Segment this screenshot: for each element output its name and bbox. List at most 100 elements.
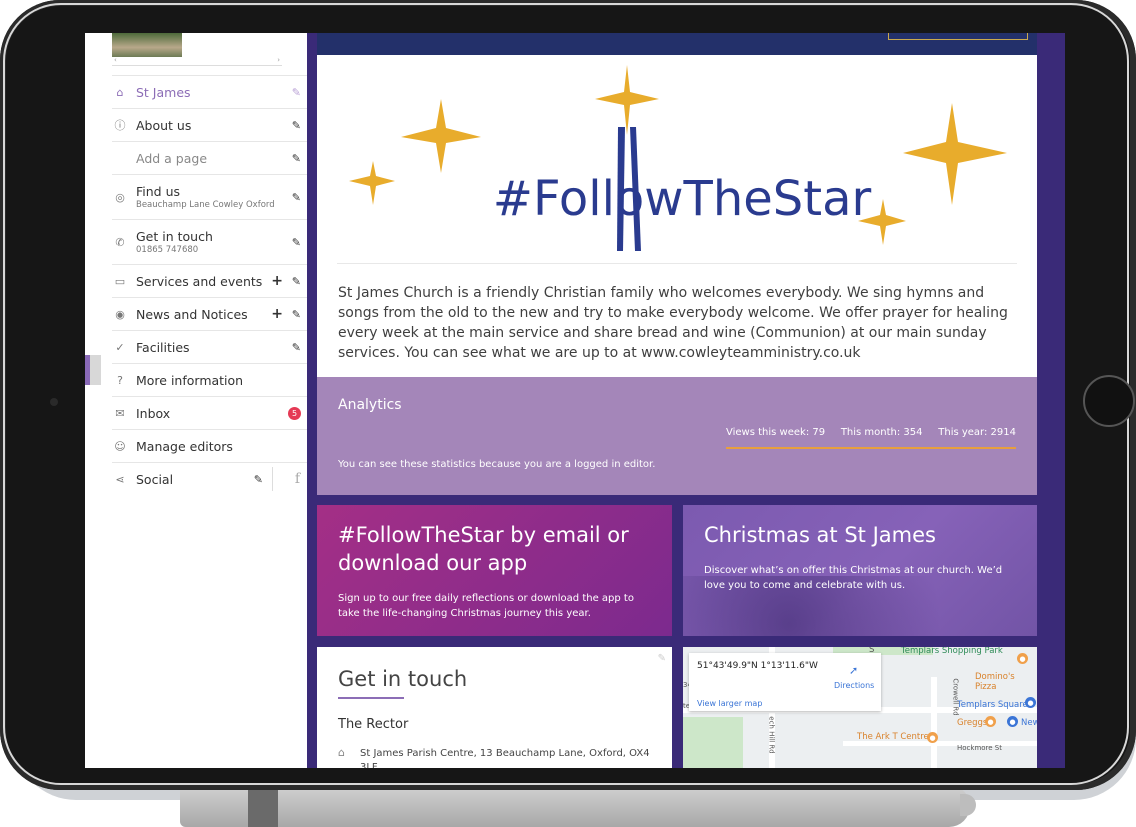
analytics-title: Analytics (338, 397, 402, 413)
church-thumbnail[interactable] (112, 33, 206, 57)
add-icon[interactable]: + (271, 273, 283, 289)
star-icon (401, 99, 481, 173)
church-description: St James Church is a friendly Christian … (338, 285, 1008, 361)
home-button[interactable] (1083, 375, 1135, 427)
promo-christmas[interactable]: Christmas at St James Discover what’s on… (683, 505, 1037, 636)
intro-card: #FollowTheStar St James Church is a frie… (317, 55, 1037, 377)
camera (50, 398, 58, 406)
pencil-icon[interactable]: ✎ (292, 86, 301, 99)
map-label: Templars Square (957, 700, 1028, 710)
map-label: New (1021, 718, 1037, 728)
road (931, 677, 937, 768)
analytics-stats: Views this week: 79 This month: 354 This… (726, 427, 1016, 438)
scroll-left-icon[interactable]: ‹ (114, 56, 117, 64)
contact-subtitle: The Rector (338, 717, 409, 732)
divider (272, 467, 273, 491)
sidebar-item-label: St James (136, 84, 191, 100)
shop-pin-icon[interactable]: ● (1007, 716, 1018, 727)
sidebar-item-label: Services and events (136, 273, 263, 289)
pencil-tip (960, 794, 976, 816)
phone-icon: ✆ (115, 235, 125, 249)
question-icon: ? (117, 373, 123, 387)
sidebar-item-label: More information (136, 372, 244, 388)
view-larger-map-link[interactable]: View larger map (697, 699, 762, 708)
directions-icon[interactable]: ➚ (849, 664, 858, 677)
sidebar-item-inbox[interactable]: ✉ Inbox 5 (112, 396, 307, 429)
follow-the-star-logo: #FollowTheStar (349, 65, 1007, 251)
sidebar-item-label: Add a page (136, 150, 208, 166)
map-label: Crowell Rd (951, 678, 960, 716)
contact-address: St James Parish Centre, 13 Beauchamp Lan… (360, 748, 650, 768)
sidebar-item-manage-editors[interactable]: ☺ Manage editors (112, 429, 307, 462)
analytics-panel: Analytics Views this week: 79 This month… (317, 377, 1037, 495)
main-content: #FollowTheStar St James Church is a frie… (307, 33, 1065, 768)
facebook-icon[interactable]: f (295, 471, 300, 487)
pencil-icon[interactable]: ✎ (254, 473, 263, 486)
sidebar-item-about-us[interactable]: ⓘ About us ✎ (112, 108, 307, 141)
sidebar-item-services-events[interactable]: ▭ Services and events + ✎ (112, 264, 307, 297)
handle-accent (85, 355, 90, 385)
home-icon: ⌂ (116, 85, 124, 99)
calendar-icon: ▭ (114, 274, 126, 288)
views-month: This month: 354 (840, 427, 923, 438)
map-label: Domino's Pizza (975, 672, 1015, 692)
info-icon: ⓘ (114, 119, 126, 132)
sidebar-item-get-in-touch[interactable]: ✆ Get in touch 01865 747680 ✎ (112, 219, 307, 264)
pencil-icon[interactable]: ✎ (292, 308, 301, 321)
sidebar-item-news-notices[interactable]: ◉ News and Notices + ✎ (112, 297, 307, 330)
divider (337, 263, 1017, 264)
location-map[interactable]: Templars Shopping Park S ● Domino's Pizz… (683, 647, 1037, 768)
sidebar-item-label: Find us (136, 184, 181, 199)
sidebar-item-label: Manage editors (136, 438, 233, 454)
sidebar-item-label: Social (136, 471, 174, 487)
promo-title: #FollowTheStar by email or download our … (338, 523, 629, 575)
sidebar-item-facilities[interactable]: ✓ Facilities ✎ (112, 330, 307, 363)
food-pin-icon[interactable]: ● (1017, 653, 1028, 664)
contact-underline (338, 697, 404, 699)
park-area (683, 717, 743, 768)
sidebar-item-more-information[interactable]: ? More information (112, 363, 307, 396)
pencil-band (248, 785, 278, 827)
pencil-icon[interactable]: ✎ (292, 341, 301, 354)
map-label: The Ark T Centre (857, 732, 929, 742)
map-label: Templars Shopping Park (901, 647, 1003, 656)
sidebar-item-label: Get in touch (136, 229, 213, 244)
eye-icon[interactable] (192, 43, 206, 53)
analytics-note: You can see these statistics because you… (338, 459, 656, 470)
venue-pin-icon[interactable]: ● (927, 732, 938, 743)
food-pin-icon[interactable]: ● (985, 716, 996, 727)
promo-follow-the-star[interactable]: #FollowTheStar by email or download our … (317, 505, 672, 636)
light-beam (617, 127, 625, 251)
scroll-right-icon[interactable]: › (277, 56, 280, 64)
pencil-icon[interactable]: ✎ (292, 191, 301, 204)
star-icon (349, 161, 395, 205)
sidebar-item-social[interactable]: ⋖ Social ✎ f (112, 462, 307, 495)
sidebar-item-label: Facilities (136, 339, 190, 355)
shop-pin-icon[interactable]: ● (1025, 697, 1036, 708)
broadcast-icon: ◉ (115, 307, 125, 321)
logo-text: #FollowTheStar (493, 171, 872, 227)
sidebar-item-st-james[interactable]: ⌂ St James ✎ (112, 75, 307, 108)
user-icon: ☺ (114, 439, 126, 453)
map-label: ech Hill Rd (767, 716, 776, 754)
directions-link[interactable]: Directions (834, 681, 874, 690)
pencil-icon[interactable]: ✎ (292, 236, 301, 249)
pencil-icon[interactable]: ✎ (658, 653, 666, 664)
thumbnail-scrollbar[interactable]: ‹ › (112, 56, 282, 66)
add-icon[interactable]: + (271, 306, 283, 322)
sidebar-item-find-us[interactable]: ◎ Find us Beauchamp Lane Cowley Oxford ✎ (112, 174, 307, 219)
compass-icon: ◎ (115, 190, 125, 204)
sidebar-item-label: Inbox (136, 405, 171, 421)
promo-title: Christmas at St James (704, 523, 936, 547)
pencil-icon[interactable]: ✎ (292, 152, 301, 165)
map-label: Greggs (957, 718, 988, 728)
sidebar-nav: ⌂ St James ✎ ⓘ About us ✎ Add a page ✎ ◎… (112, 75, 307, 495)
pencil-icon[interactable]: ✎ (292, 119, 301, 132)
views-week: Views this week: 79 (726, 427, 826, 438)
pencil-icon[interactable]: ✎ (292, 275, 301, 288)
resize-handle[interactable] (85, 355, 101, 385)
header-banner (317, 33, 1037, 55)
sidebar-item-add-page[interactable]: Add a page ✎ (112, 141, 307, 174)
promo-text: Sign up to our free daily reflections or… (338, 593, 634, 619)
views-year: This year: 2914 (938, 427, 1016, 438)
